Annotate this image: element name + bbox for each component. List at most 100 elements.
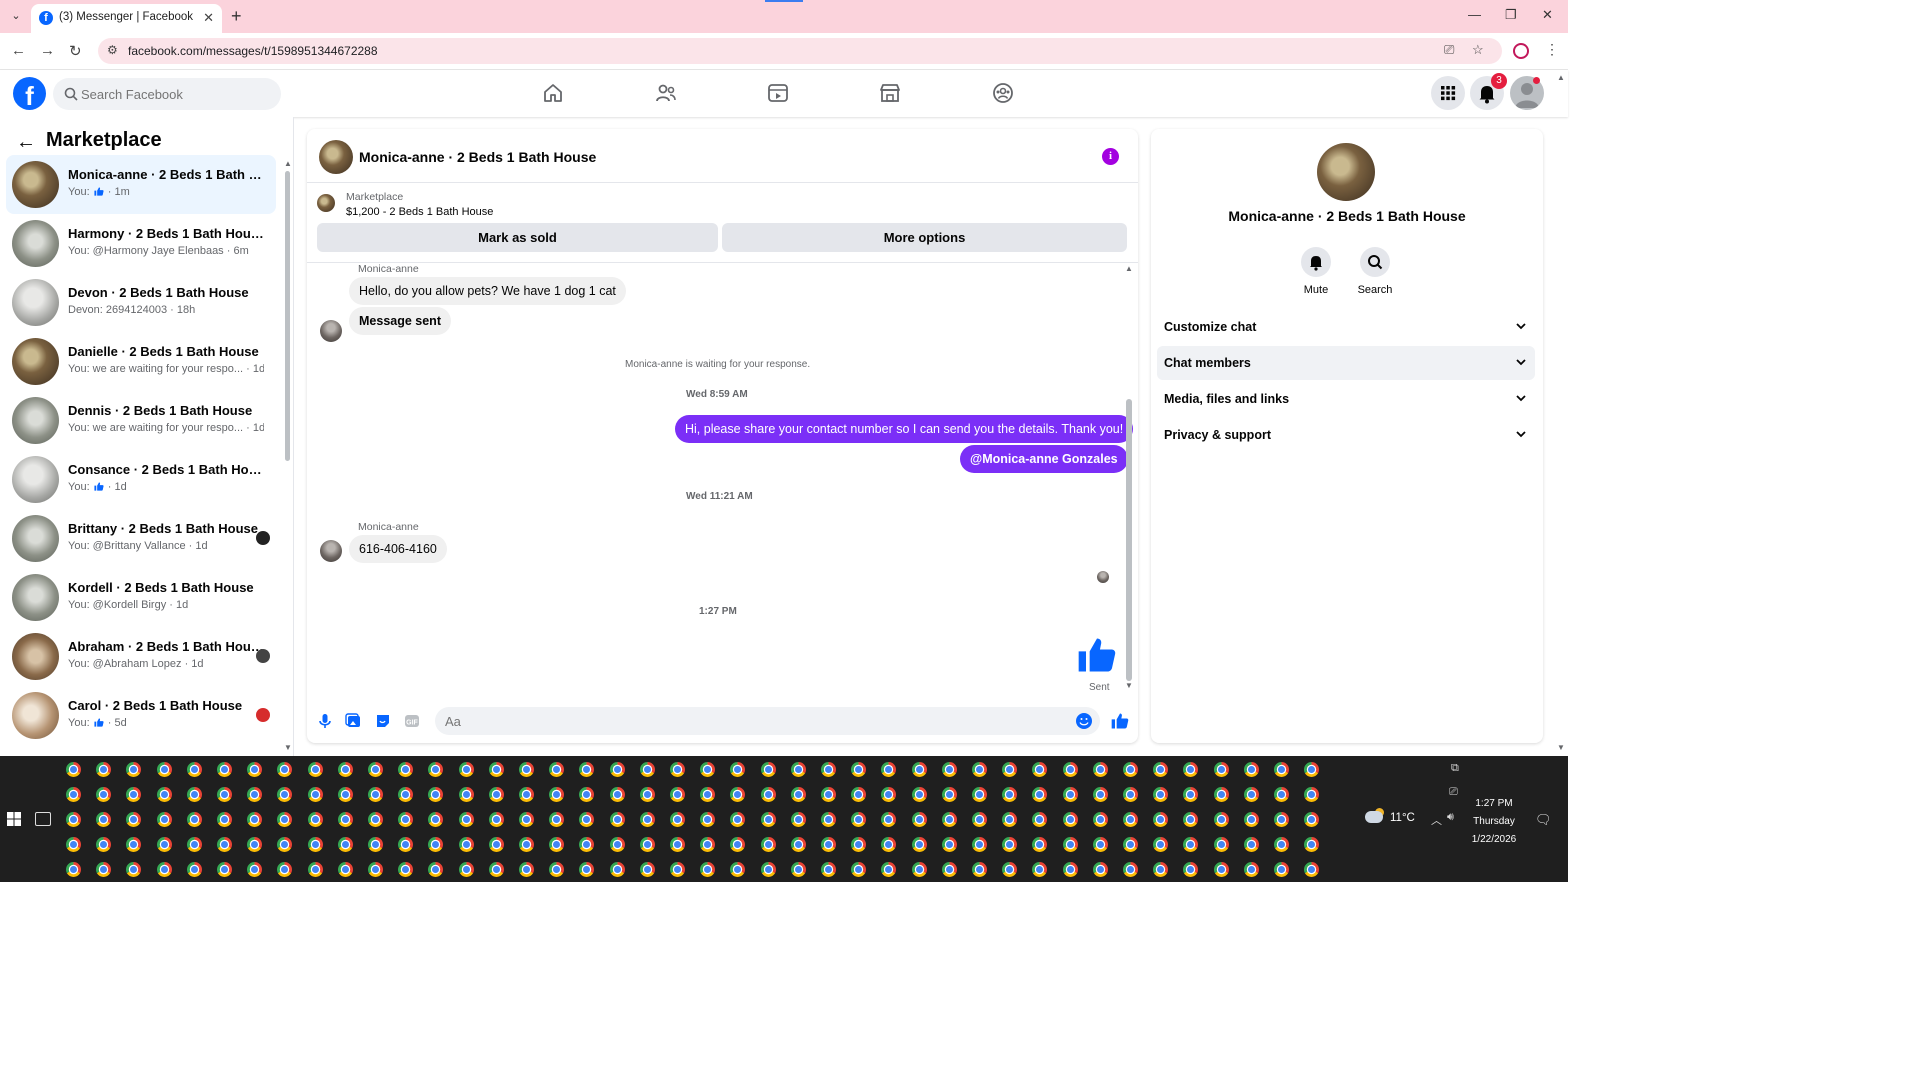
clock[interactable]: 1:27 PM Thursday 1/22/2026: [1459, 795, 1529, 849]
chrome-window-icon[interactable]: [398, 812, 414, 827]
info-icon[interactable]: i: [1102, 148, 1119, 165]
forward-button[interactable]: →: [40, 42, 55, 59]
chrome-window-icon[interactable]: [700, 812, 716, 827]
chrome-window-icon[interactable]: [760, 837, 776, 852]
chrome-window-icon[interactable]: [700, 787, 716, 802]
incoming-message[interactable]: Hello, do you allow pets? We have 1 dog …: [349, 277, 626, 305]
chrome-window-icon[interactable]: [458, 812, 474, 827]
chrome-window-icon[interactable]: [821, 837, 836, 852]
chrome-window-icon[interactable]: [186, 787, 202, 802]
mute-action[interactable]: Mute: [1286, 247, 1346, 296]
chrome-window-icon[interactable]: [186, 762, 202, 777]
chrome-window-icon[interactable]: [851, 762, 867, 777]
chrome-window-icon[interactable]: [700, 762, 716, 777]
chrome-window-icon[interactable]: [730, 762, 746, 777]
chrome-window-icon[interactable]: [1243, 787, 1259, 802]
gif-icon[interactable]: GIF: [403, 712, 421, 730]
chrome-window-icon[interactable]: [941, 862, 957, 877]
chrome-window-icon[interactable]: [186, 837, 202, 852]
chrome-window-icon[interactable]: [1183, 837, 1199, 852]
chrome-window-icon[interactable]: [1243, 862, 1259, 877]
chrome-window-icon[interactable]: [217, 787, 232, 802]
friends-icon[interactable]: [654, 81, 678, 105]
chrome-window-icon[interactable]: [881, 762, 897, 777]
chrome-window-icon[interactable]: [1183, 787, 1199, 802]
chrome-window-icon[interactable]: [941, 787, 957, 802]
chrome-window-icon[interactable]: [730, 862, 746, 877]
chrome-window-icon[interactable]: [821, 862, 836, 877]
chrome-window-icon[interactable]: [700, 837, 716, 852]
chrome-window-icon[interactable]: [1032, 837, 1048, 852]
chrome-window-icon[interactable]: [911, 812, 927, 827]
chrome-window-icon[interactable]: [1062, 787, 1078, 802]
chrome-window-icon[interactable]: [911, 837, 927, 852]
menu-grid-button[interactable]: [1431, 76, 1465, 110]
chrome-window-icon[interactable]: [1092, 762, 1108, 777]
chrome-window-icon[interactable]: [972, 812, 987, 827]
chrome-window-icon[interactable]: [368, 787, 383, 802]
chrome-window-icon[interactable]: [790, 812, 806, 827]
conversation-item[interactable]: Monica-anne · 2 Beds 1 Bath Ho... You: · …: [6, 155, 276, 214]
chrome-window-icon[interactable]: [428, 862, 444, 877]
chrome-window-icon[interactable]: [881, 862, 897, 877]
chrome-window-icon[interactable]: [639, 862, 655, 877]
chrome-window-icon[interactable]: [126, 812, 142, 827]
mark-as-sold-button[interactable]: Mark as sold: [317, 223, 718, 252]
chrome-window-icon[interactable]: [972, 862, 987, 877]
chrome-window-icon[interactable]: [1183, 812, 1199, 827]
chrome-window-icon[interactable]: [488, 837, 504, 852]
chrome-window-icon[interactable]: [126, 787, 142, 802]
chrome-window-icon[interactable]: [549, 812, 565, 827]
outgoing-mention[interactable]: @Monica-anne Gonzales: [960, 445, 1128, 473]
chrome-window-icon[interactable]: [519, 787, 534, 802]
close-window-button[interactable]: ✕: [1542, 7, 1553, 23]
chrome-window-icon[interactable]: [247, 837, 263, 852]
chrome-window-icon[interactable]: [670, 787, 685, 802]
chrome-window-icon[interactable]: [730, 812, 746, 827]
chrome-window-icon[interactable]: [639, 837, 655, 852]
chat-members-row[interactable]: Chat members: [1157, 346, 1535, 380]
sidebar-scrollbar[interactable]: [285, 171, 290, 461]
chrome-window-icon[interactable]: [307, 762, 323, 777]
chrome-window-icon[interactable]: [1092, 787, 1108, 802]
chrome-window-icon[interactable]: [519, 862, 534, 877]
chrome-window-icon[interactable]: [398, 787, 414, 802]
new-tab-button[interactable]: +: [231, 6, 242, 27]
media-files-links-row[interactable]: Media, files and links: [1157, 382, 1535, 416]
conversation-item[interactable]: Abraham · 2 Beds 1 Bath House You: @Abrah…: [6, 627, 276, 686]
page-scroll-up[interactable]: ▲: [1557, 73, 1565, 82]
chrome-window-icon[interactable]: [428, 812, 444, 827]
chrome-window-icon[interactable]: [519, 762, 534, 777]
chrome-window-icon[interactable]: [1123, 762, 1138, 777]
chrome-window-icon[interactable]: [851, 837, 867, 852]
restore-button[interactable]: ❐: [1505, 7, 1517, 23]
chrome-window-icon[interactable]: [96, 837, 112, 852]
chrome-window-icon[interactable]: [1002, 837, 1018, 852]
chrome-window-icon[interactable]: [1002, 862, 1018, 877]
chrome-window-icon[interactable]: [1274, 812, 1289, 827]
browser-profile-icon[interactable]: [1513, 43, 1529, 59]
minimize-button[interactable]: —: [1468, 7, 1481, 22]
chrome-window-icon[interactable]: [1213, 787, 1229, 802]
chrome-window-icon[interactable]: [760, 762, 776, 777]
conversation-item[interactable]: Carol · 2 Beds 1 Bath House You: · 5d: [6, 686, 276, 745]
chrome-window-icon[interactable]: [881, 837, 897, 852]
chrome-window-icon[interactable]: [277, 837, 293, 852]
chrome-window-icon[interactable]: [1062, 762, 1078, 777]
site-info-icon[interactable]: ⚙: [107, 43, 118, 57]
message-input-field[interactable]: [445, 707, 1065, 735]
chrome-window-icon[interactable]: [1092, 812, 1108, 827]
chrome-window-icon[interactable]: [941, 812, 957, 827]
close-tab-icon[interactable]: ✕: [203, 10, 214, 26]
chrome-window-icon[interactable]: [96, 762, 112, 777]
chrome-window-icon[interactable]: [1243, 837, 1259, 852]
chrome-window-icon[interactable]: [790, 762, 806, 777]
chrome-window-icon[interactable]: [579, 837, 595, 852]
chrome-window-icon[interactable]: [337, 837, 353, 852]
chrome-window-icon[interactable]: [1002, 762, 1018, 777]
chrome-window-icon[interactable]: [96, 787, 112, 802]
facebook-search-input[interactable]: [81, 78, 271, 110]
chrome-window-icon[interactable]: [790, 862, 806, 877]
browser-menu-icon[interactable]: ⋮: [1545, 41, 1559, 58]
chrome-window-icon[interactable]: [247, 812, 263, 827]
